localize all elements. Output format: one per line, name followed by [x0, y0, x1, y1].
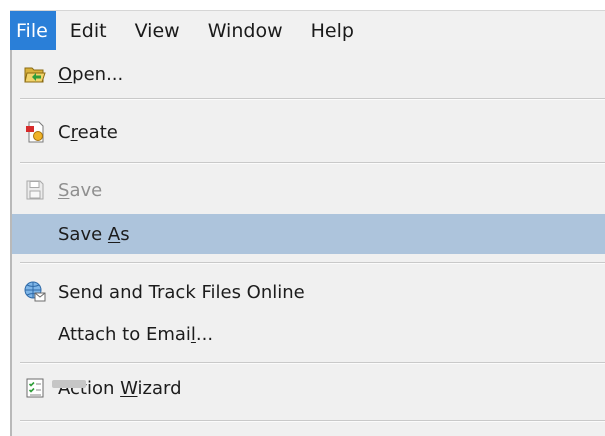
menu-item-save[interactable]: Save [12, 170, 605, 210]
menu-item-send-and-track-label: Send and Track Files Online [58, 281, 305, 303]
menu-item-save-as-label: Save As [58, 223, 130, 245]
menu-edit[interactable]: Edit [56, 11, 121, 51]
menu-separator [20, 162, 605, 164]
menu-separator [20, 420, 605, 422]
menu-view[interactable]: View [121, 11, 194, 51]
menu-item-action-wizard[interactable]: Action Wizard [12, 368, 605, 408]
menu-separator [20, 262, 605, 264]
menu-item-save-label: Save [58, 179, 103, 201]
menu-help[interactable]: Help [297, 11, 368, 51]
menu-item-attach-to-email-label: Attach to Email... [58, 323, 214, 345]
open-folder-icon [12, 62, 58, 86]
create-pdf-icon [12, 120, 58, 144]
menu-separator [20, 98, 605, 100]
globe-send-icon [12, 280, 58, 304]
cut-off-menu-item [52, 380, 86, 388]
menu-item-save-as[interactable]: Save As [12, 214, 605, 254]
menu-item-open-label: Open... [58, 63, 124, 85]
menu-item-send-and-track[interactable]: Send and Track Files Online [12, 272, 605, 312]
save-icon [12, 178, 58, 202]
menu-file[interactable]: File [10, 11, 56, 51]
menu-bar: File Edit View Window Help [10, 10, 605, 51]
menu-item-create[interactable]: Create [12, 112, 605, 152]
menu-item-attach-to-email[interactable]: Attach to Email... [12, 314, 605, 354]
menu-item-open[interactable]: Open... [12, 54, 605, 94]
menu-window[interactable]: Window [194, 11, 297, 51]
file-dropdown-menu: Open... Create Save Save As Send and Tra… [10, 50, 605, 436]
menu-separator [20, 362, 605, 364]
checklist-icon [12, 377, 58, 399]
menu-item-create-label: Create [58, 121, 118, 143]
